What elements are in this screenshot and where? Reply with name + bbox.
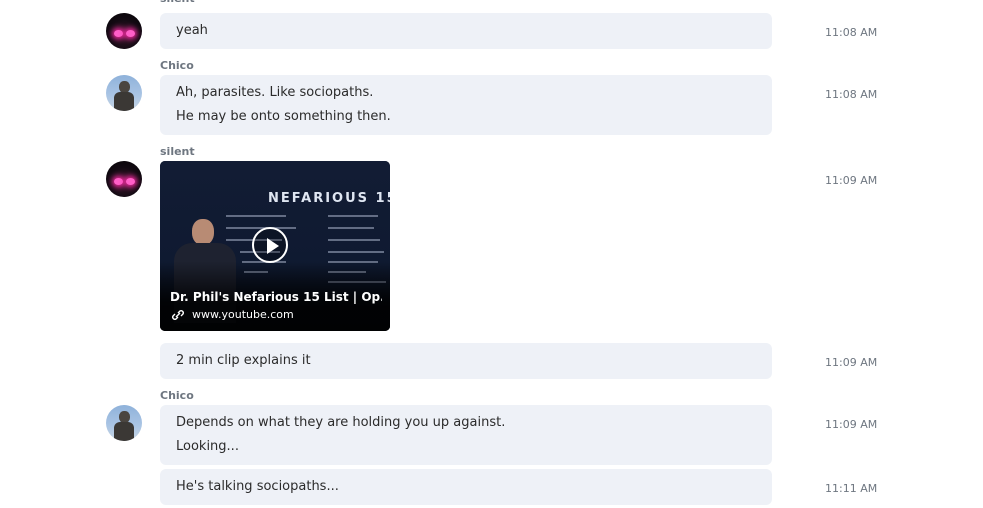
sender-name: silent [160, 145, 195, 158]
message-timestamp: 11:11 AM [825, 482, 878, 495]
message-bubble: yeah [160, 13, 772, 49]
message-bubble: Depends on what they are holding you up … [160, 405, 772, 465]
sender-name: Chico [160, 389, 194, 402]
avatar[interactable] [106, 161, 142, 197]
message-timestamp: 11:09 AM [825, 174, 878, 187]
message-bubble: He's talking sociopaths... [160, 469, 772, 505]
message-text: He may be onto something then. [176, 109, 391, 124]
avatar[interactable] [106, 13, 142, 49]
message-timestamp: 11:09 AM [825, 356, 878, 369]
avatar[interactable] [106, 75, 142, 111]
play-icon[interactable] [252, 227, 288, 263]
video-preview-card[interactable]: NEFARIOUS 15 Dr. Phil's Nefarious 15 Lis… [160, 161, 390, 331]
message-text: yeah [176, 23, 208, 38]
sender-name: Chico [160, 59, 194, 72]
message-text: Looking... [176, 439, 239, 454]
message-bubble: 2 min clip explains it [160, 343, 772, 379]
sender-name: silent [160, 0, 195, 5]
message-text: Depends on what they are holding you up … [176, 415, 506, 430]
message-bubble: Ah, parasites. Like sociopaths. He may b… [160, 75, 772, 135]
link-icon [172, 310, 184, 320]
message-timestamp: 11:08 AM [825, 26, 878, 39]
video-domain: www.youtube.com [192, 308, 294, 321]
message-text: Ah, parasites. Like sociopaths. [176, 85, 374, 100]
message-text: He's talking sociopaths... [176, 479, 339, 494]
video-title[interactable]: Dr. Phil's Nefarious 15 List | Op... [170, 290, 382, 304]
message-text: 2 min clip explains it [176, 353, 311, 368]
avatar[interactable] [106, 405, 142, 441]
message-timestamp: 11:08 AM [825, 88, 878, 101]
thumbnail-slide-title: NEFARIOUS 15 [268, 191, 390, 206]
message-timestamp: 11:09 AM [825, 418, 878, 431]
